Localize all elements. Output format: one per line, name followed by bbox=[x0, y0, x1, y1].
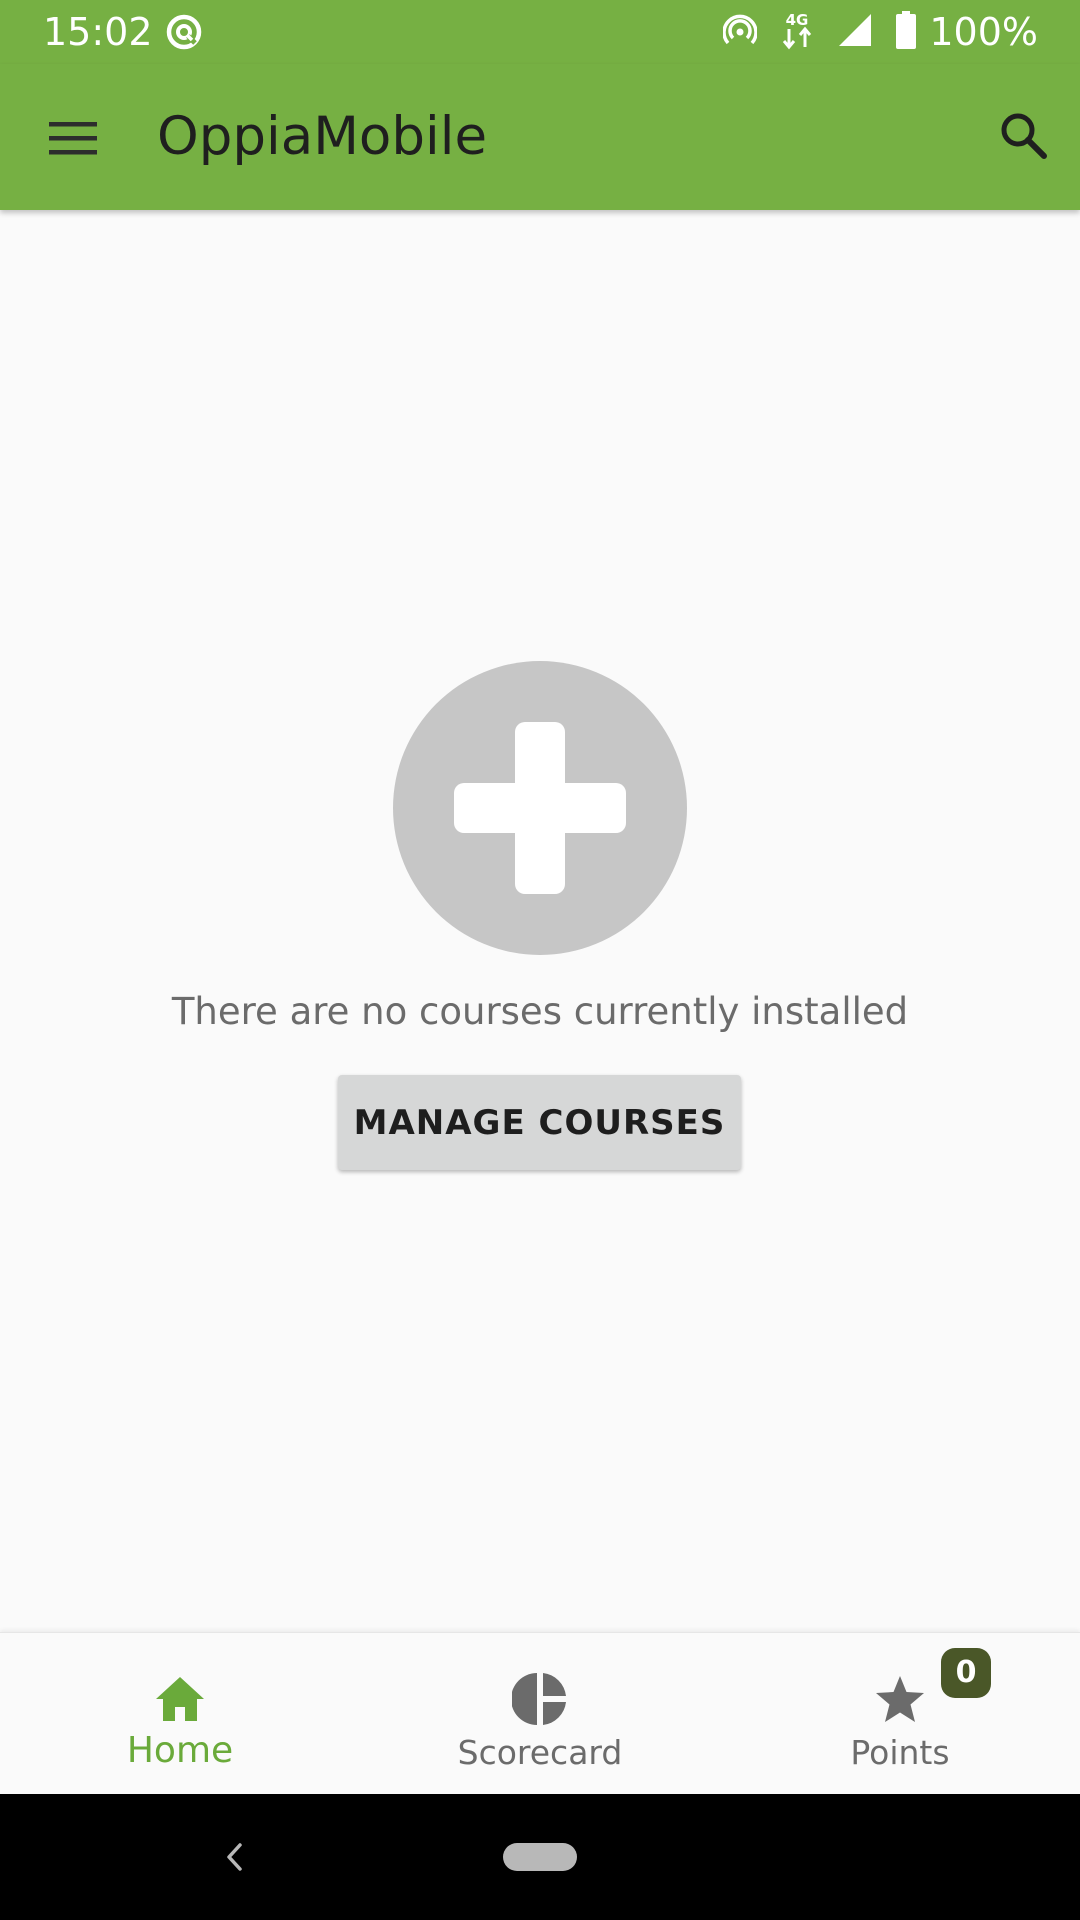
bottom-navigation: Home Scorecard Points bbox=[0, 1632, 1080, 1795]
nav-item-home[interactable]: Home bbox=[0, 1633, 360, 1795]
status-time: 15:02 bbox=[43, 10, 153, 54]
app-notification-icon bbox=[165, 13, 203, 51]
screen: 15:02 4G 100% OppiaMobile There are no c… bbox=[0, 0, 1080, 1920]
cell-signal-icon bbox=[837, 12, 873, 53]
add-circle-icon bbox=[392, 660, 688, 956]
pie-chart-icon bbox=[512, 1671, 568, 1727]
manage-courses-button[interactable]: MANAGE COURSES bbox=[338, 1075, 741, 1170]
status-bar: 15:02 4G 100% bbox=[0, 0, 1080, 64]
mobile-data-icon: 4G bbox=[779, 10, 815, 55]
home-pill-icon[interactable] bbox=[503, 1843, 577, 1871]
status-icons: 4G 100% bbox=[701, 10, 1038, 54]
nav-label-points: Points bbox=[850, 1733, 950, 1772]
menu-icon bbox=[49, 122, 97, 155]
search-button[interactable] bbox=[988, 100, 1060, 172]
battery-icon bbox=[895, 10, 917, 54]
empty-state: There are no courses currently installed… bbox=[0, 210, 1080, 1632]
network-type-label: 4G bbox=[786, 11, 809, 29]
points-badge: 0 bbox=[941, 1648, 991, 1698]
nav-label-home: Home bbox=[126, 1730, 234, 1771]
nav-item-scorecard[interactable]: Scorecard bbox=[360, 1633, 720, 1795]
empty-message: There are no courses currently installed bbox=[171, 990, 909, 1033]
app-title: OppiaMobile bbox=[157, 106, 488, 167]
star-icon bbox=[872, 1671, 928, 1727]
menu-button[interactable] bbox=[34, 104, 112, 172]
nav-item-points[interactable]: Points bbox=[720, 1633, 1080, 1795]
back-icon[interactable] bbox=[212, 1830, 256, 1884]
hotspot-icon bbox=[722, 13, 759, 52]
search-icon bbox=[1001, 113, 1047, 159]
system-navigation-bar bbox=[0, 1794, 1080, 1920]
app-bar: OppiaMobile bbox=[0, 64, 1080, 210]
nav-label-scorecard: Scorecard bbox=[457, 1733, 623, 1772]
home-icon bbox=[152, 1671, 208, 1727]
battery-percent: 100% bbox=[929, 10, 1038, 54]
